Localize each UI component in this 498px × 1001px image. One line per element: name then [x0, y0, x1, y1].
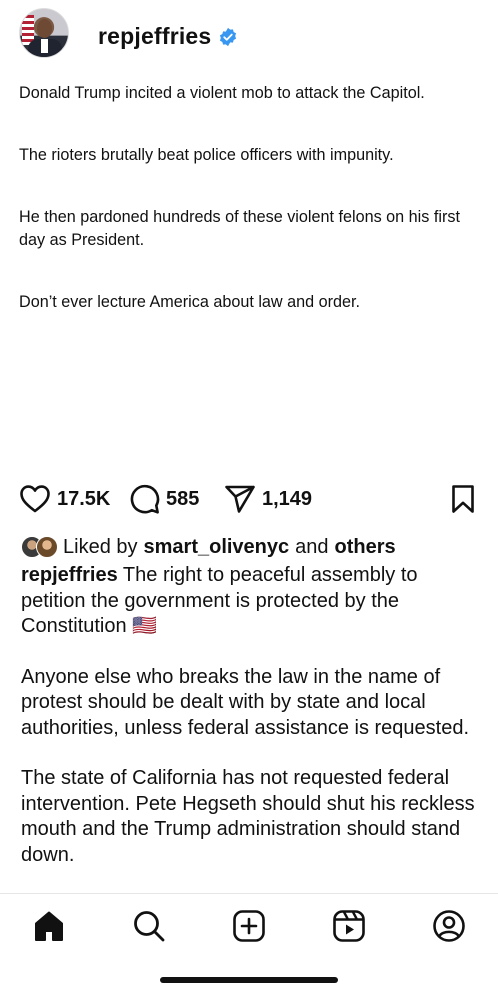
post-username[interactable]: repjeffries [98, 23, 211, 50]
liked-by-row[interactable]: Liked by smart_olivenyc and others [21, 534, 396, 560]
share-button[interactable]: 1,149 [224, 481, 312, 517]
profile-avatar[interactable] [19, 8, 69, 58]
home-icon[interactable] [32, 909, 66, 943]
profile-icon[interactable] [432, 909, 466, 943]
liked-by-others[interactable]: others [335, 536, 396, 559]
share-count: 1,149 [262, 487, 313, 510]
bottom-navigation [0, 893, 498, 1001]
reels-icon[interactable] [332, 909, 366, 943]
tweet-paragraph: Don’t ever lecture America about law and… [19, 293, 361, 311]
comment-count: 585 [166, 487, 200, 510]
like-count: 17.5K [57, 487, 111, 510]
bookmark-icon[interactable] [451, 484, 475, 514]
liked-by-user[interactable]: smart_olivenyc [144, 536, 290, 559]
tweet-paragraph: The rioters brutally beat police officer… [19, 146, 394, 164]
action-bar: 17.5K 585 1,149 [0, 481, 498, 517]
post-header: repjeffries [0, 0, 498, 76]
like-button[interactable]: 17.5K [19, 481, 110, 517]
caption-paragraph: repjeffries The right to peaceful assemb… [21, 563, 481, 640]
create-icon[interactable] [232, 909, 266, 943]
avatar-shirt [41, 39, 48, 53]
tweet-paragraph: Donald Trump incited a violent mob to at… [19, 84, 425, 102]
post-caption: repjeffries The right to peaceful assemb… [21, 563, 481, 893]
liked-by-prefix: Liked by [63, 535, 138, 558]
comment-icon [130, 484, 160, 514]
tweet-paragraph: He then pardoned hundreds of these viole… [19, 208, 460, 249]
share-icon [225, 485, 255, 513]
caption-paragraph: The state of California has not requeste… [21, 767, 475, 866]
comment-button[interactable]: 585 [129, 481, 199, 517]
liker-avatar [36, 536, 58, 558]
caption-paragraph: Anyone else who breaks the law in the na… [21, 665, 470, 739]
post-image-text: Donald Trump incited a violent mob to at… [19, 82, 481, 353]
avatar-face [37, 19, 52, 38]
verified-badge-icon [219, 27, 237, 47]
heart-icon [20, 485, 50, 513]
liked-by-and: and [295, 535, 329, 558]
caption-username[interactable]: repjeffries [21, 564, 118, 586]
home-indicator[interactable] [160, 977, 338, 983]
search-icon[interactable] [132, 909, 166, 943]
